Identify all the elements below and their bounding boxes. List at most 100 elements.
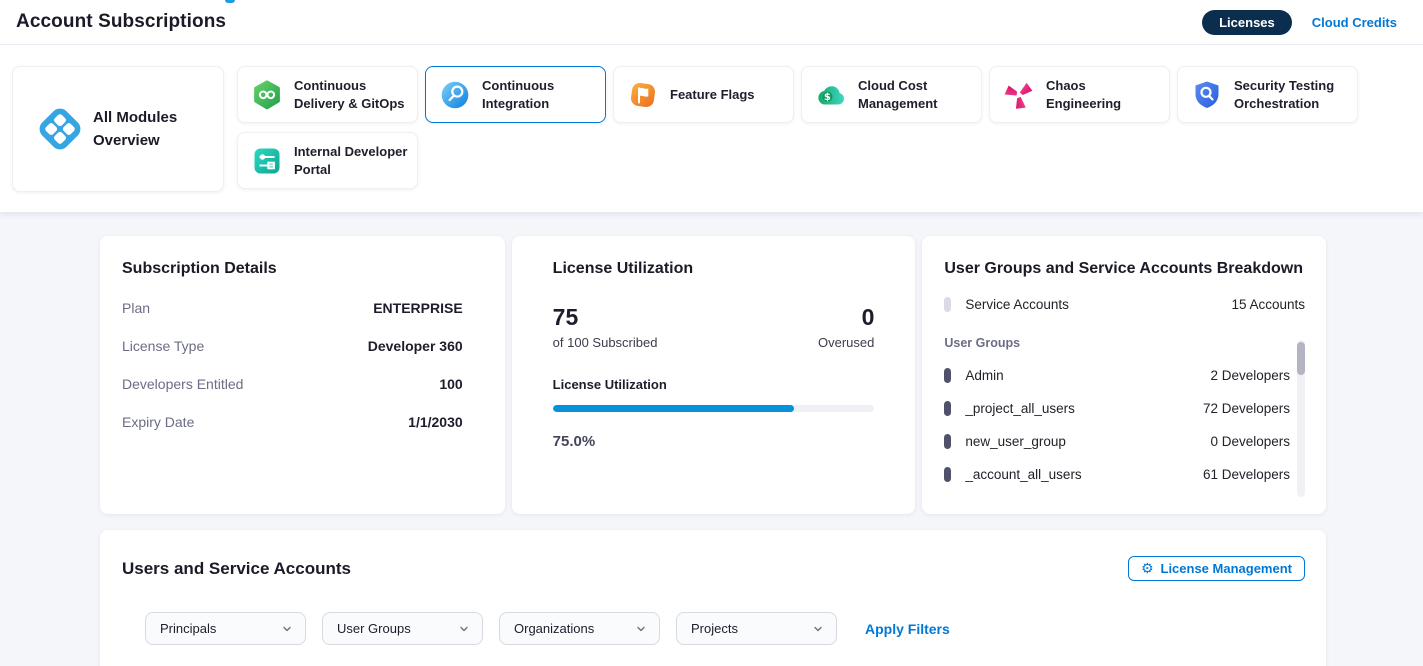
subscription-details-card: Subscription Details Plan ENTERPRISE Lic…: [100, 236, 505, 514]
detail-row: Plan ENTERPRISE: [122, 300, 463, 316]
page-title: Account Subscriptions: [16, 11, 226, 33]
chevron-down-icon: [458, 623, 470, 635]
user-group-value: 0 Developers: [1210, 434, 1290, 449]
user-group-pill-icon: [944, 401, 951, 416]
tile-label: Continuous Delivery & GitOps: [294, 77, 409, 112]
cloud-cost-icon: $: [815, 79, 847, 111]
user-group-row: Admin 2 Developers: [944, 368, 1290, 383]
used-licenses-block: 75 of 100 Subscribed: [553, 304, 658, 350]
all-modules-icon: [35, 104, 85, 154]
user-groups-heading: User Groups: [944, 336, 1306, 350]
breakdown-card: User Groups and Service Accounts Breakdo…: [922, 236, 1326, 514]
user-group-value: 72 Developers: [1203, 401, 1290, 416]
detail-value: 1/1/2030: [408, 414, 463, 430]
user-group-label: new_user_group: [965, 434, 1066, 449]
user-group-row: _project_all_users 72 Developers: [944, 401, 1290, 416]
user-group-value: 2 Developers: [1210, 368, 1290, 383]
license-utilization-title: License Utilization: [553, 260, 875, 278]
chaos-engineering-icon: [1003, 79, 1035, 111]
user-group-value: 61 Developers: [1203, 467, 1290, 482]
tile-label: Continuous Integration: [482, 77, 597, 112]
overused-caption: Overused: [818, 335, 874, 350]
module-tiles: Continuous Delivery & GitOps Continuous …: [237, 66, 1367, 189]
projects-dropdown[interactable]: Projects: [676, 612, 837, 645]
organizations-dropdown[interactable]: Organizations: [499, 612, 660, 645]
user-group-pill-icon: [944, 467, 951, 482]
filters-row: Principals User Groups Organizations Pro…: [122, 612, 1305, 645]
tile-cloud-cost[interactable]: $ Cloud Cost Management: [801, 66, 982, 123]
service-accounts-row: Service Accounts 15 Accounts: [944, 297, 1305, 312]
user-groups-dropdown[interactable]: User Groups: [322, 612, 483, 645]
tile-feature-flags[interactable]: Feature Flags: [613, 66, 794, 123]
utilization-progress-track: [553, 405, 875, 412]
used-caption: of 100 Subscribed: [553, 335, 658, 350]
detail-row: Developers Entitled 100: [122, 376, 463, 392]
user-group-row: new_user_group 0 Developers: [944, 434, 1290, 449]
cloud-credits-tab[interactable]: Cloud Credits: [1312, 15, 1397, 30]
licenses-tab[interactable]: Licenses: [1202, 10, 1292, 35]
user-group-pill-icon: [944, 368, 951, 383]
tile-label: Internal Developer Portal: [294, 143, 409, 178]
utilization-percent: 75.0%: [553, 433, 875, 450]
utilization-bar-label: License Utilization: [553, 377, 875, 392]
main-content: Subscription Details Plan ENTERPRISE Lic…: [100, 236, 1326, 666]
service-accounts-pill-icon: [944, 297, 951, 312]
service-accounts-label: Service Accounts: [965, 297, 1069, 312]
apply-filters-link[interactable]: Apply Filters: [865, 621, 950, 637]
tile-continuous-integration[interactable]: Continuous Integration: [425, 66, 606, 123]
service-accounts-value: 15 Accounts: [1231, 297, 1305, 312]
subscription-details-title: Subscription Details: [122, 260, 463, 278]
detail-label: Expiry Date: [122, 414, 194, 430]
user-groups-dropdown-label: User Groups: [337, 621, 411, 636]
internal-developer-portal-icon: [251, 145, 283, 177]
principals-dropdown[interactable]: Principals: [145, 612, 306, 645]
gear-icon: ⚙: [1141, 562, 1154, 576]
all-modules-overview-card[interactable]: All Modules Overview: [12, 66, 224, 192]
users-section-title: Users and Service Accounts: [122, 559, 351, 579]
detail-value: Developer 360: [368, 338, 463, 354]
tile-label: Feature Flags: [670, 86, 755, 104]
tile-label: Security Testing Orchestration: [1234, 77, 1349, 112]
groups-scrollbar-track[interactable]: [1297, 340, 1305, 497]
detail-row: Expiry Date 1/1/2030: [122, 414, 463, 430]
cd-gitops-icon: [251, 79, 283, 111]
top-section: Account Subscriptions Licenses Cloud Cre…: [0, 0, 1423, 212]
tile-security-testing[interactable]: Security Testing Orchestration: [1177, 66, 1358, 123]
tile-chaos-engineering[interactable]: Chaos Engineering: [989, 66, 1170, 123]
detail-label: License Type: [122, 338, 204, 354]
users-service-accounts-card: Users and Service Accounts ⚙ License Man…: [100, 530, 1326, 666]
security-testing-icon: [1191, 79, 1223, 111]
projects-dropdown-label: Projects: [691, 621, 738, 636]
utilization-progress-fill: [553, 405, 794, 412]
overused-block: 0 Overused: [818, 304, 874, 350]
chevron-down-icon: [635, 623, 647, 635]
user-group-pill-icon: [944, 434, 951, 449]
organizations-dropdown-label: Organizations: [514, 621, 594, 636]
license-management-label: License Management: [1161, 561, 1293, 576]
user-group-label: _account_all_users: [965, 467, 1081, 482]
tile-internal-developer-portal[interactable]: Internal Developer Portal: [237, 132, 418, 189]
tile-continuous-delivery[interactable]: Continuous Delivery & GitOps: [237, 66, 418, 123]
user-group-label: Admin: [965, 368, 1003, 383]
page-header: Account Subscriptions Licenses Cloud Cre…: [0, 0, 1423, 45]
principals-dropdown-label: Principals: [160, 621, 216, 636]
user-group-label: _project_all_users: [965, 401, 1075, 416]
chevron-down-icon: [812, 623, 824, 635]
ci-icon: [439, 79, 471, 111]
groups-scrollbar-thumb[interactable]: [1297, 342, 1305, 375]
detail-value: ENTERPRISE: [373, 300, 462, 316]
detail-value: 100: [439, 376, 462, 392]
tile-label: Chaos Engineering: [1046, 77, 1161, 112]
overused-count: 0: [818, 304, 874, 332]
detail-label: Developers Entitled: [122, 376, 243, 392]
license-utilization-card: License Utilization 75 of 100 Subscribed…: [512, 236, 916, 514]
svg-text:$: $: [824, 92, 831, 103]
feature-flags-icon: [627, 79, 659, 111]
breakdown-title: User Groups and Service Accounts Breakdo…: [944, 260, 1306, 278]
detail-row: License Type Developer 360: [122, 338, 463, 354]
detail-label: Plan: [122, 300, 150, 316]
chevron-down-icon: [281, 623, 293, 635]
user-group-row: _account_all_users 61 Developers: [944, 467, 1290, 482]
tile-label: Cloud Cost Management: [858, 77, 973, 112]
license-management-button[interactable]: ⚙ License Management: [1128, 556, 1305, 581]
